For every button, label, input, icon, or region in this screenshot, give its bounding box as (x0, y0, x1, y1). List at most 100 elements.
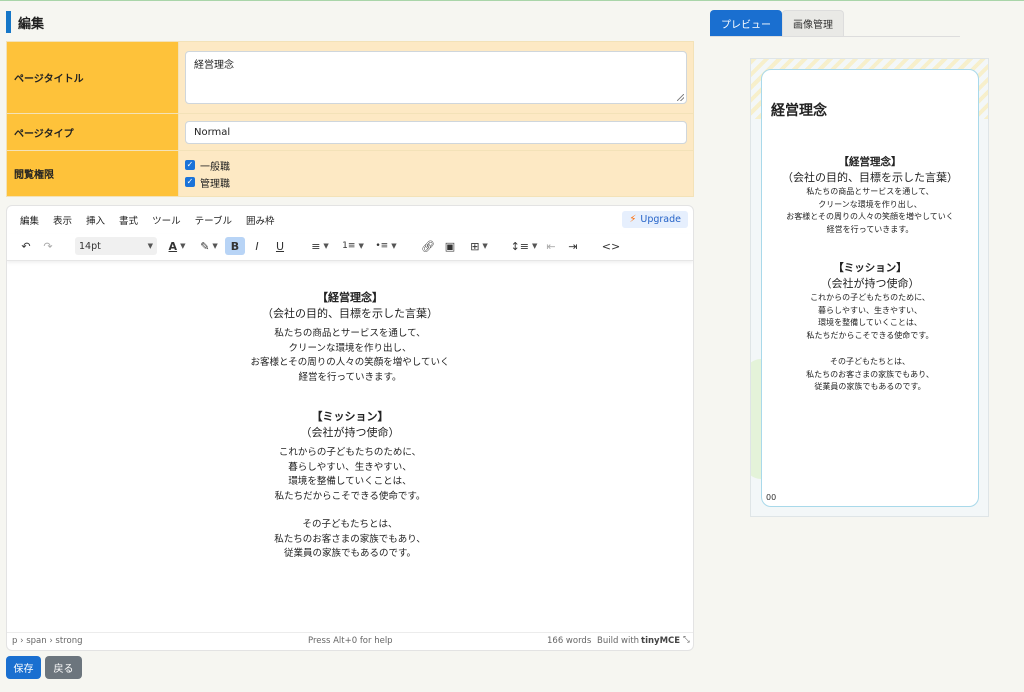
top-border (0, 0, 1024, 1)
text-color-icon: A (168, 239, 178, 253)
preview-line: クリーンな環境を作り出し、 (818, 199, 922, 209)
page-type-input[interactable]: Normal (185, 120, 687, 144)
tab-image-management[interactable]: 画像管理 (782, 10, 844, 36)
menu-edit[interactable]: 編集 (7, 213, 46, 227)
page-title-label: ページタイトル (6, 41, 179, 114)
content-subtitle-mission: （会社が持つ使命） (300, 426, 400, 439)
preview-line: 経営を行っていきます。 (826, 224, 914, 234)
content-line: 私たちの商品とサービスを通して、 (274, 328, 426, 339)
preview-card: 経営理念 【経営理念】 （会社の目的、目標を示した言葉） 私たちの商品とサービス… (761, 69, 979, 507)
content-line: お客様とその周りの人々の笑顔を増やしていく (250, 357, 450, 368)
bolt-icon: ⚡ (629, 214, 637, 225)
content-line: 環境を整備していくことは、 (288, 476, 412, 487)
preview-line: お客様とその周りの人々の笑顔を増やしていく (786, 212, 954, 221)
bullet-list-icon: •≡ (375, 241, 389, 251)
editor-resize-icon[interactable]: ⤡ (683, 635, 690, 645)
preview-panel: 経営理念 【経営理念】 （会社の目的、目標を示した言葉） 私たちの商品とサービス… (750, 58, 989, 517)
font-size-value: 14pt (79, 240, 101, 252)
section-title: 編集 (18, 16, 45, 32)
preview-subtitle-philosophy: （会社の目的、目標を示した言葉） (782, 171, 958, 184)
font-size-select[interactable]: 14pt ▼ (75, 237, 157, 255)
highlight-color-button[interactable]: ✎ ▼ (195, 237, 223, 255)
checkbox-checked-icon[interactable]: ✓ (185, 160, 195, 170)
link-icon[interactable]: 🔗︎ (420, 237, 436, 255)
access-option-label: 管理職 (200, 178, 230, 190)
menu-box[interactable]: 囲み枠 (239, 213, 282, 227)
page-settings-form: ページタイトル 経営理念 ページタイプ Normal 閲覧権限 ✓ 一般職 ✓ … (6, 41, 694, 197)
chevron-down-icon: ▼ (358, 242, 364, 250)
underline-icon[interactable]: U (272, 237, 288, 255)
rich-text-editor: 編集 表示 挿入 書式 ツール テーブル 囲み枠 ⚡ Upgrade ↶ ↷ 1… (6, 205, 694, 651)
word-count[interactable]: 166 words (547, 636, 591, 646)
page-type-label: ページタイプ (6, 113, 179, 151)
editor-content[interactable]: 【経営理念】 （会社の目的、目標を示した言葉） 私たちの商品とサービスを通して、… (7, 261, 693, 635)
preview-line: その子どもたちとは、 (830, 357, 910, 366)
indent-icon[interactable]: ⇥ (565, 237, 581, 255)
access-option-label: 一般職 (200, 161, 230, 173)
preview-line: 私たちのお客さまの家族でもあり、 (806, 369, 934, 379)
menu-format[interactable]: 書式 (112, 213, 145, 227)
bullet-list-button[interactable]: •≡ ▼ (372, 237, 400, 255)
content-heading-mission: 【ミッション】 (311, 410, 389, 423)
element-path[interactable]: p › span › strong (12, 636, 82, 646)
access-option-general[interactable]: ✓ 一般職 (185, 157, 687, 174)
undo-icon[interactable]: ↶ (18, 237, 34, 255)
numbered-list-button[interactable]: 1≡ ▼ (339, 237, 367, 255)
tinymce-logo[interactable]: tinyMCE (641, 636, 680, 646)
content-heading-philosophy: 【経営理念】 (317, 291, 383, 304)
highlighter-icon: ✎ (200, 239, 210, 253)
chevron-down-icon: ▼ (532, 242, 538, 250)
source-code-icon[interactable]: <> (602, 237, 620, 255)
editor-statusbar: p › span › strong Press Alt+0 for help 1… (7, 632, 693, 650)
editor-menubar: 編集 表示 挿入 書式 ツール テーブル 囲み枠 ⚡ Upgrade (7, 206, 693, 234)
line-height-button[interactable]: ↕≡ ▼ (510, 237, 538, 255)
chevron-down-icon: ▼ (212, 242, 218, 250)
page-title-value: 経営理念 (194, 60, 234, 71)
preview-page-number: 00 (766, 493, 777, 502)
page-title-textarea[interactable]: 経営理念 (185, 51, 687, 104)
bold-icon[interactable]: B (225, 237, 245, 255)
menu-view[interactable]: 表示 (46, 213, 79, 227)
menu-table[interactable]: テーブル (188, 213, 239, 227)
preview-line: 私たちだからこそできる使命です。 (806, 330, 934, 340)
upgrade-label: Upgrade (640, 214, 681, 225)
preview-line: 暮らしやすい、生きやすい、 (818, 305, 922, 315)
save-button[interactable]: 保存 (6, 656, 41, 679)
content-line: その子どもたちとは、 (302, 519, 398, 530)
redo-icon[interactable]: ↷ (40, 237, 56, 255)
editor-toolbar: ↶ ↷ 14pt ▼ A ▼ ✎ ▼ B I U ≡ ▼ 1≡ ▼ •≡ ▼ 🔗︎ ▣ ⊞… (7, 234, 693, 261)
preview-line: これからの子どもたちのために、 (810, 293, 930, 302)
numbered-list-icon: 1≡ (342, 241, 356, 251)
upgrade-button[interactable]: ⚡ Upgrade (622, 211, 688, 228)
outdent-icon[interactable]: ⇤ (543, 237, 559, 255)
italic-icon[interactable]: I (249, 237, 265, 255)
tab-preview[interactable]: プレビュー (710, 10, 782, 36)
table-icon: ⊞ (470, 239, 480, 253)
line-height-icon: ↕≡ (510, 239, 530, 253)
content-line: クリーンな環境を作り出し、 (288, 342, 412, 354)
image-icon[interactable]: ▣ (442, 237, 458, 255)
preview-heading-philosophy: 【経営理念】 (838, 156, 902, 168)
chevron-down-icon: ▼ (391, 242, 397, 250)
content-line: 私たちのお客さまの家族でもあり、 (274, 533, 426, 545)
preview-title: 経営理念 (771, 103, 827, 119)
checkbox-checked-icon[interactable]: ✓ (185, 177, 195, 187)
preview-line: 従業員の家族でもあるのです。 (814, 382, 926, 391)
resize-handle-icon[interactable] (677, 94, 684, 101)
access-label: 閲覧権限 (6, 150, 179, 197)
help-hint: Press Alt+0 for help (308, 636, 393, 646)
content-line: 経営を行っていきます。 (298, 371, 402, 383)
content-subtitle-philosophy: （会社の目的、目標を示した言葉） (262, 307, 438, 320)
table-button[interactable]: ⊞ ▼ (465, 237, 493, 255)
align-center-button[interactable]: ≡ ▼ (307, 237, 333, 255)
menu-tools[interactable]: ツール (145, 213, 188, 227)
preview-line: 環境を整備していくことは、 (818, 318, 922, 327)
access-option-manager[interactable]: ✓ 管理職 (185, 174, 687, 191)
content-line: 暮らしやすい、生きやすい、 (288, 461, 412, 473)
chevron-down-icon: ▼ (147, 242, 153, 250)
page-type-value: Normal (194, 126, 231, 138)
menu-insert[interactable]: 挿入 (79, 213, 112, 227)
back-button[interactable]: 戻る (45, 656, 82, 679)
preview-heading-mission: 【ミッション】 (833, 262, 907, 274)
text-color-button[interactable]: A ▼ (164, 237, 190, 255)
